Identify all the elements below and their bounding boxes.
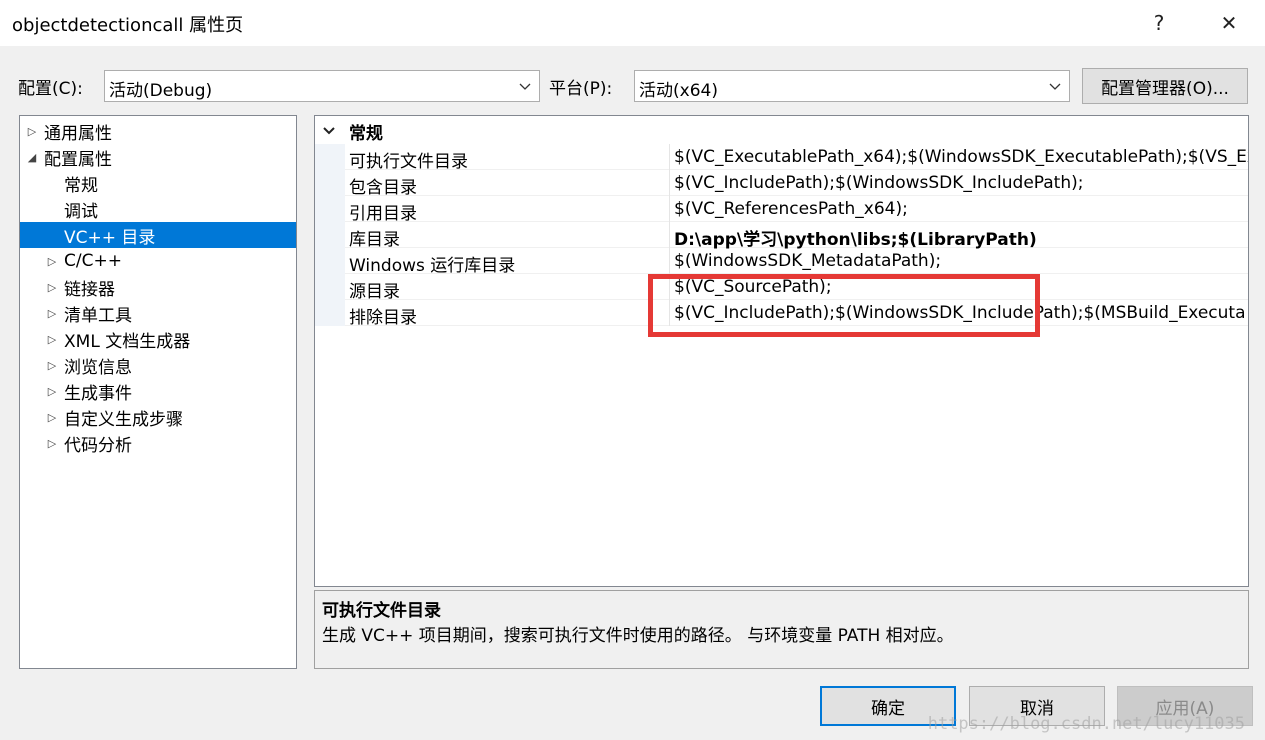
tree-item-xml-doc-generator[interactable]: ▷ XML 文档生成器 (20, 326, 296, 352)
column-divider (669, 248, 670, 274)
tree-item-debugging[interactable]: 调试 (20, 196, 296, 222)
property-name: 库目录 (349, 230, 400, 250)
row-margin (315, 274, 345, 300)
description-panel: 可执行文件目录 生成 VC++ 项目期间，搜索可执行文件时使用的路径。 与环境变… (314, 590, 1249, 669)
tree-item-label: 常规 (64, 175, 98, 196)
property-name: 可执行文件目录 (349, 152, 468, 172)
expand-icon[interactable]: ▷ (46, 255, 58, 268)
description-text: 生成 VC++ 项目期间，搜索可执行文件时使用的路径。 与环境变量 PATH 相… (322, 626, 954, 646)
expand-icon[interactable]: ▷ (46, 359, 58, 372)
column-divider (669, 222, 670, 248)
description-title: 可执行文件目录 (322, 601, 441, 621)
platform-combo[interactable]: 活动(x64) (634, 70, 1070, 102)
tree-item-label: 生成事件 (64, 383, 132, 404)
category-row[interactable]: 常规 (315, 118, 1248, 144)
platform-label: 平台(P): (549, 79, 613, 99)
tree-item-custom-build-step[interactable]: ▷ 自定义生成步骤 (20, 404, 296, 430)
row-margin (315, 196, 345, 222)
row-margin (315, 222, 345, 248)
property-value[interactable]: $(VC_ExecutablePath_x64);$(WindowsSDK_Ex… (674, 147, 1248, 167)
title-bar: objectdetectioncall 属性页 ? ✕ (0, 0, 1265, 46)
tree-item-label: 自定义生成步骤 (64, 409, 183, 430)
tree-item-label: 代码分析 (64, 435, 132, 456)
expand-icon[interactable]: ▷ (46, 281, 58, 294)
tree-item-browse-info[interactable]: ▷ 浏览信息 (20, 352, 296, 378)
property-name: Windows 运行库目录 (349, 256, 516, 276)
row-margin (315, 170, 345, 196)
property-name: 排除目录 (349, 308, 417, 328)
tree-item-linker[interactable]: ▷ 链接器 (20, 274, 296, 300)
window-title: objectdetectioncall 属性页 (12, 15, 244, 36)
property-tree: ▷ 通用属性 ◢ 配置属性 常规 调试 VC++ 目录 ▷ C/C++ ▷ 链接… (19, 115, 297, 669)
expand-icon[interactable]: ▷ (26, 125, 38, 138)
expand-icon[interactable]: ▷ (46, 437, 58, 450)
tree-item-label: XML 文档生成器 (64, 331, 191, 352)
property-value[interactable]: D:\app\学习\python\libs;$(LibraryPath) (674, 225, 1037, 250)
tree-item-general[interactable]: 常规 (20, 170, 296, 196)
property-grid: 常规 可执行文件目录 $(VC_ExecutablePath_x64);$(Wi… (314, 115, 1249, 587)
tree-item-c-cpp[interactable]: ▷ C/C++ (20, 248, 296, 274)
expand-icon[interactable]: ▷ (46, 411, 58, 424)
config-label: 配置(C): (18, 79, 83, 99)
tree-item-vc-directories[interactable]: VC++ 目录 (20, 222, 296, 248)
dialog-client: 配置(C): 活动(Debug) 平台(P): 活动(x64) 配置管理器(O)… (0, 46, 1265, 740)
category-label: 常规 (349, 123, 383, 144)
chevron-down-icon[interactable] (323, 127, 335, 135)
tree-item-label: 清单工具 (64, 305, 132, 326)
tree-item-label: 通用属性 (44, 123, 112, 144)
tree-item-code-analysis[interactable]: ▷ 代码分析 (20, 430, 296, 456)
column-divider (669, 196, 670, 222)
watermark: https://blog.csdn.net/lucy11035 (927, 714, 1245, 734)
tree-item-label: 调试 (64, 201, 98, 222)
tree-item-label: 配置属性 (44, 149, 112, 170)
chevron-down-icon (1049, 83, 1061, 90)
tree-item-label: 浏览信息 (64, 357, 132, 378)
config-value: 活动(Debug) (109, 81, 213, 101)
config-manager-button[interactable]: 配置管理器(O)... (1082, 68, 1248, 104)
column-divider (669, 144, 670, 170)
property-name: 引用目录 (349, 204, 417, 224)
expand-icon[interactable]: ▷ (46, 307, 58, 320)
annotation-highlight-box (648, 274, 1040, 337)
tree-item-common-properties[interactable]: ▷ 通用属性 (20, 118, 296, 144)
tree-item-manifest-tool[interactable]: ▷ 清单工具 (20, 300, 296, 326)
property-row[interactable]: 包含目录 $(VC_IncludePath);$(WindowsSDK_Incl… (315, 170, 1248, 198)
property-name: 包含目录 (349, 178, 417, 198)
close-button[interactable]: ✕ (1206, 0, 1252, 46)
platform-value: 活动(x64) (639, 81, 718, 101)
config-combo[interactable]: 活动(Debug) (104, 70, 540, 102)
help-button[interactable]: ? (1136, 0, 1182, 46)
property-value[interactable]: $(VC_IncludePath);$(WindowsSDK_IncludePa… (674, 173, 1084, 193)
chevron-down-icon (519, 83, 531, 90)
column-divider (669, 170, 670, 196)
property-name: 源目录 (349, 282, 400, 302)
tree-item-build-events[interactable]: ▷ 生成事件 (20, 378, 296, 404)
property-row[interactable]: Windows 运行库目录 $(WindowsSDK_MetadataPath)… (315, 248, 1248, 276)
property-value[interactable]: $(WindowsSDK_MetadataPath); (674, 251, 941, 271)
row-margin (315, 300, 345, 326)
property-value[interactable]: $(VC_ReferencesPath_x64); (674, 199, 908, 219)
tree-item-label: C/C++ (64, 251, 122, 271)
tree-item-label: VC++ 目录 (64, 227, 156, 248)
expand-icon[interactable]: ▷ (46, 385, 58, 398)
expand-icon[interactable]: ▷ (46, 333, 58, 346)
collapse-icon[interactable]: ◢ (26, 151, 38, 164)
property-row[interactable]: 库目录 D:\app\学习\python\libs;$(LibraryPath) (315, 222, 1248, 250)
tree-item-config-properties[interactable]: ◢ 配置属性 (20, 144, 296, 170)
tree-item-label: 链接器 (64, 279, 115, 300)
row-margin (315, 248, 345, 274)
property-row[interactable]: 引用目录 $(VC_ReferencesPath_x64); (315, 196, 1248, 224)
row-margin (315, 144, 345, 170)
property-row[interactable]: 可执行文件目录 $(VC_ExecutablePath_x64);$(Windo… (315, 144, 1248, 172)
